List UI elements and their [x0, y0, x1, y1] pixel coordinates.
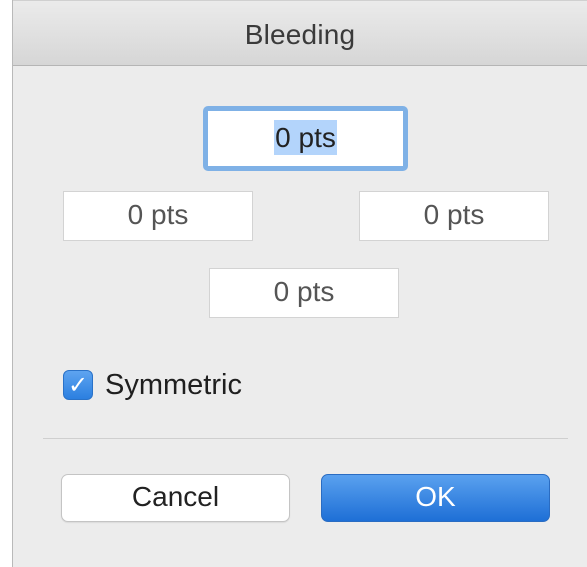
top-bleed-field[interactable]: 0 pts: [203, 106, 408, 171]
symmetric-label[interactable]: Symmetric: [105, 369, 242, 402]
divider: [43, 438, 568, 439]
ok-button[interactable]: OK: [321, 474, 550, 522]
cancel-button[interactable]: Cancel: [61, 474, 290, 522]
right-bleed-field[interactable]: 0 pts: [359, 191, 549, 241]
bottom-bleed-field[interactable]: 0 pts: [209, 268, 399, 318]
symmetric-checkbox[interactable]: ✓: [63, 370, 93, 400]
dialog-title: Bleeding: [244, 19, 356, 50]
left-bleed-field[interactable]: 0 pts: [63, 191, 253, 241]
bleeding-dialog: Bleeding 0 pts 0 pts 0 pts 0 pts ✓ Symme…: [12, 0, 587, 567]
top-bleed-value: 0 pts: [274, 120, 337, 155]
title-bar: Bleeding: [13, 0, 587, 66]
